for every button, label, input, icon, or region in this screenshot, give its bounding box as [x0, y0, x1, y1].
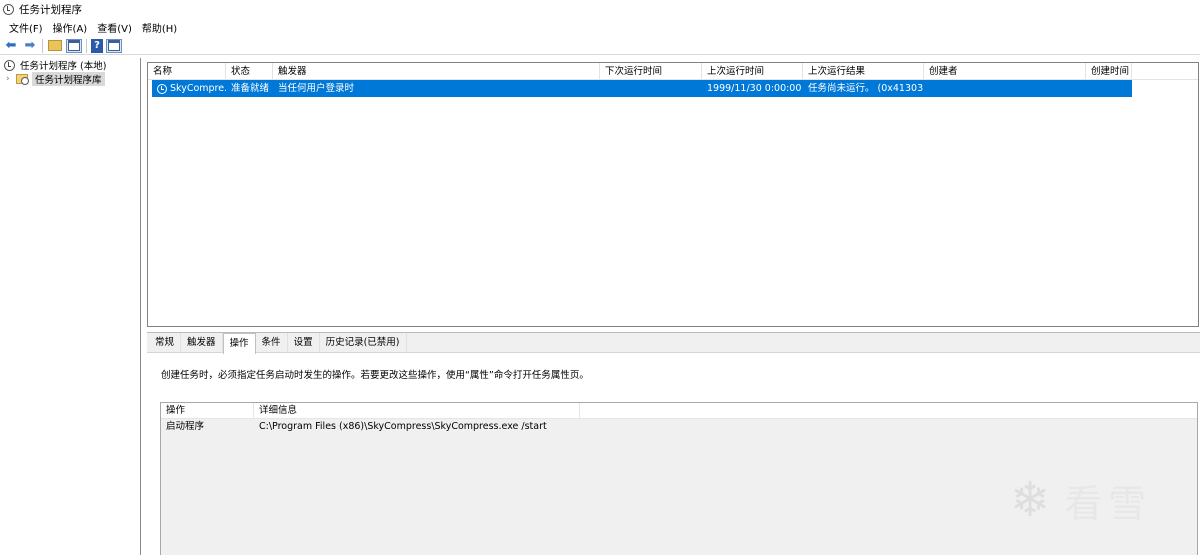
tree-item-root[interactable]: 任务计划程序 (本地): [0, 58, 140, 72]
action-details: C:\Program Files (x86)\SkyCompress\SkyCo…: [259, 421, 547, 432]
task-list: 名称 状态 触发器 下次运行时间 上次运行时间 上次运行结果 创建者 创建时间 …: [147, 62, 1199, 327]
table-row[interactable]: 启动程序 C:\Program Files (x86)\SkyCompress\…: [161, 419, 1197, 437]
detail-tabs: 常规 触发器 操作 条件 设置 历史记录(已禁用): [147, 333, 1200, 354]
column-header-last-run[interactable]: 上次运行时间: [702, 63, 803, 80]
column-header-trigger[interactable]: 触发器: [273, 63, 600, 80]
snowflake-icon: ❄: [1010, 472, 1051, 528]
show-hide-console-tree-icon[interactable]: [66, 38, 82, 53]
task-list-header: 名称 状态 触发器 下次运行时间 上次运行时间 上次运行结果 创建者 创建时间: [148, 63, 1198, 80]
tree-item-library-label: 任务计划程序库: [32, 72, 105, 86]
task-name: SkyCompre...: [170, 83, 226, 94]
watermark-text: 看雪: [1064, 481, 1153, 526]
column-header-action[interactable]: 操作: [161, 403, 254, 418]
clock-icon: [4, 59, 15, 71]
window-title: 任务计划程序: [19, 3, 82, 16]
menu-view[interactable]: 查看(V): [92, 20, 137, 35]
column-header-author[interactable]: 创建者: [924, 63, 1086, 80]
menu-bar: 文件(F) 操作(A) 查看(V) 帮助(H): [0, 19, 1200, 35]
console-tree: 任务计划程序 (本地) › 任务计划程序库: [0, 58, 141, 555]
task-folder-icon: [16, 74, 29, 85]
menu-file[interactable]: 文件(F): [4, 20, 48, 35]
kanxue-watermark: ❄ 看雪: [1010, 470, 1190, 530]
column-header-last-result[interactable]: 上次运行结果: [803, 63, 924, 80]
action-type: 启动程序: [166, 421, 205, 432]
tab-actions[interactable]: 操作: [222, 333, 256, 354]
column-header-details[interactable]: 详细信息: [254, 403, 580, 418]
tab-triggers[interactable]: 触发器: [181, 333, 223, 353]
task-author: [924, 80, 1086, 97]
menu-action[interactable]: 操作(A): [48, 20, 93, 35]
up-folder-icon[interactable]: [47, 39, 63, 53]
column-header-created[interactable]: 创建时间: [1086, 63, 1132, 80]
tab-general[interactable]: 常规: [149, 333, 182, 353]
show-hide-action-pane-icon[interactable]: [106, 38, 122, 53]
forward-arrow-icon[interactable]: ➡: [22, 38, 38, 53]
toolbar: ⬅ ➡ ?: [0, 37, 1200, 55]
back-arrow-icon[interactable]: ⬅: [3, 38, 19, 53]
tab-settings[interactable]: 设置: [288, 333, 320, 353]
task-next-run: [600, 80, 702, 97]
menu-help[interactable]: 帮助(H): [137, 20, 182, 35]
title-bar: 任务计划程序: [0, 0, 1200, 18]
table-row[interactable]: SkyCompre... 准备就绪 当任何用户登录时 1999/11/30 0:…: [152, 80, 1132, 97]
toolbar-separator: [42, 38, 43, 53]
task-status: 准备就绪: [231, 83, 270, 94]
task-last-run: 1999/11/30 0:00:00: [707, 83, 802, 94]
help-icon[interactable]: ?: [91, 38, 103, 53]
actions-description: 创建任务时，必须指定任务启动时发生的操作。若要更改这些操作，使用“属性”命令打开…: [161, 370, 589, 381]
clock-icon: [157, 83, 167, 94]
expand-chevron-icon[interactable]: ›: [6, 74, 16, 84]
tab-history[interactable]: 历史记录(已禁用): [320, 333, 407, 353]
column-header-status[interactable]: 状态: [226, 63, 273, 80]
task-created: [1086, 80, 1132, 97]
tab-conditions[interactable]: 条件: [256, 333, 288, 353]
clock-icon: [3, 3, 14, 15]
column-header-name[interactable]: 名称: [148, 63, 226, 80]
task-name-cell: SkyCompre...: [152, 80, 226, 97]
toolbar-separator: [86, 38, 87, 53]
task-trigger: 当任何用户登录时: [278, 83, 355, 94]
task-last-result: 任务尚未运行。 (0x41303): [808, 83, 924, 94]
column-header-next-run[interactable]: 下次运行时间: [600, 63, 702, 80]
actions-table-header: 操作 详细信息: [161, 403, 1197, 419]
tree-item-library[interactable]: › 任务计划程序库: [0, 72, 140, 86]
tree-item-root-label: 任务计划程序 (本地): [20, 61, 107, 72]
